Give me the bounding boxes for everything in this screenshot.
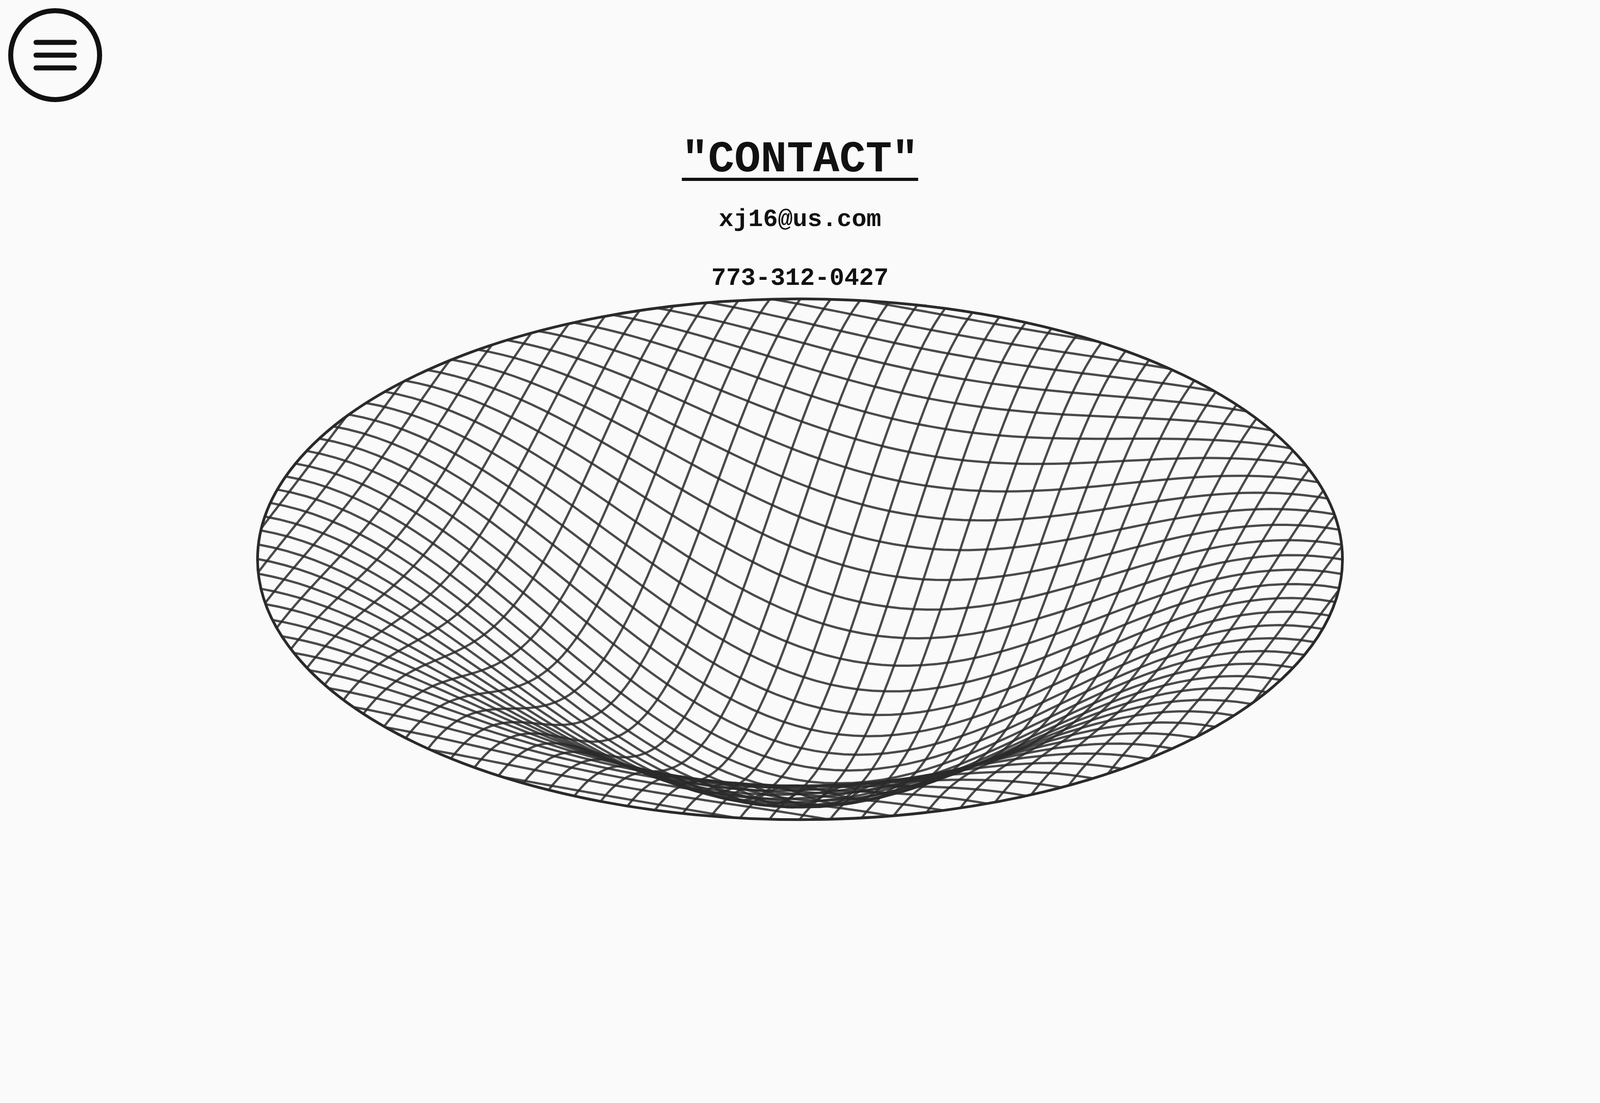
contact-section: "CONTACT" xj16@us.com 773-312-0427 (252, 0, 1348, 826)
menu-button[interactable] (8, 8, 103, 103)
page-title: "CONTACT" (681, 134, 919, 186)
contact-email[interactable]: xj16@us.com (718, 205, 882, 235)
contact-page: "CONTACT" xj16@us.com 773-312-0427 (0, 0, 1600, 1103)
wireframe-bowl-icon (252, 297, 1348, 826)
contact-phone[interactable]: 773-312-0427 (711, 263, 889, 294)
hamburger-icon (32, 36, 78, 74)
